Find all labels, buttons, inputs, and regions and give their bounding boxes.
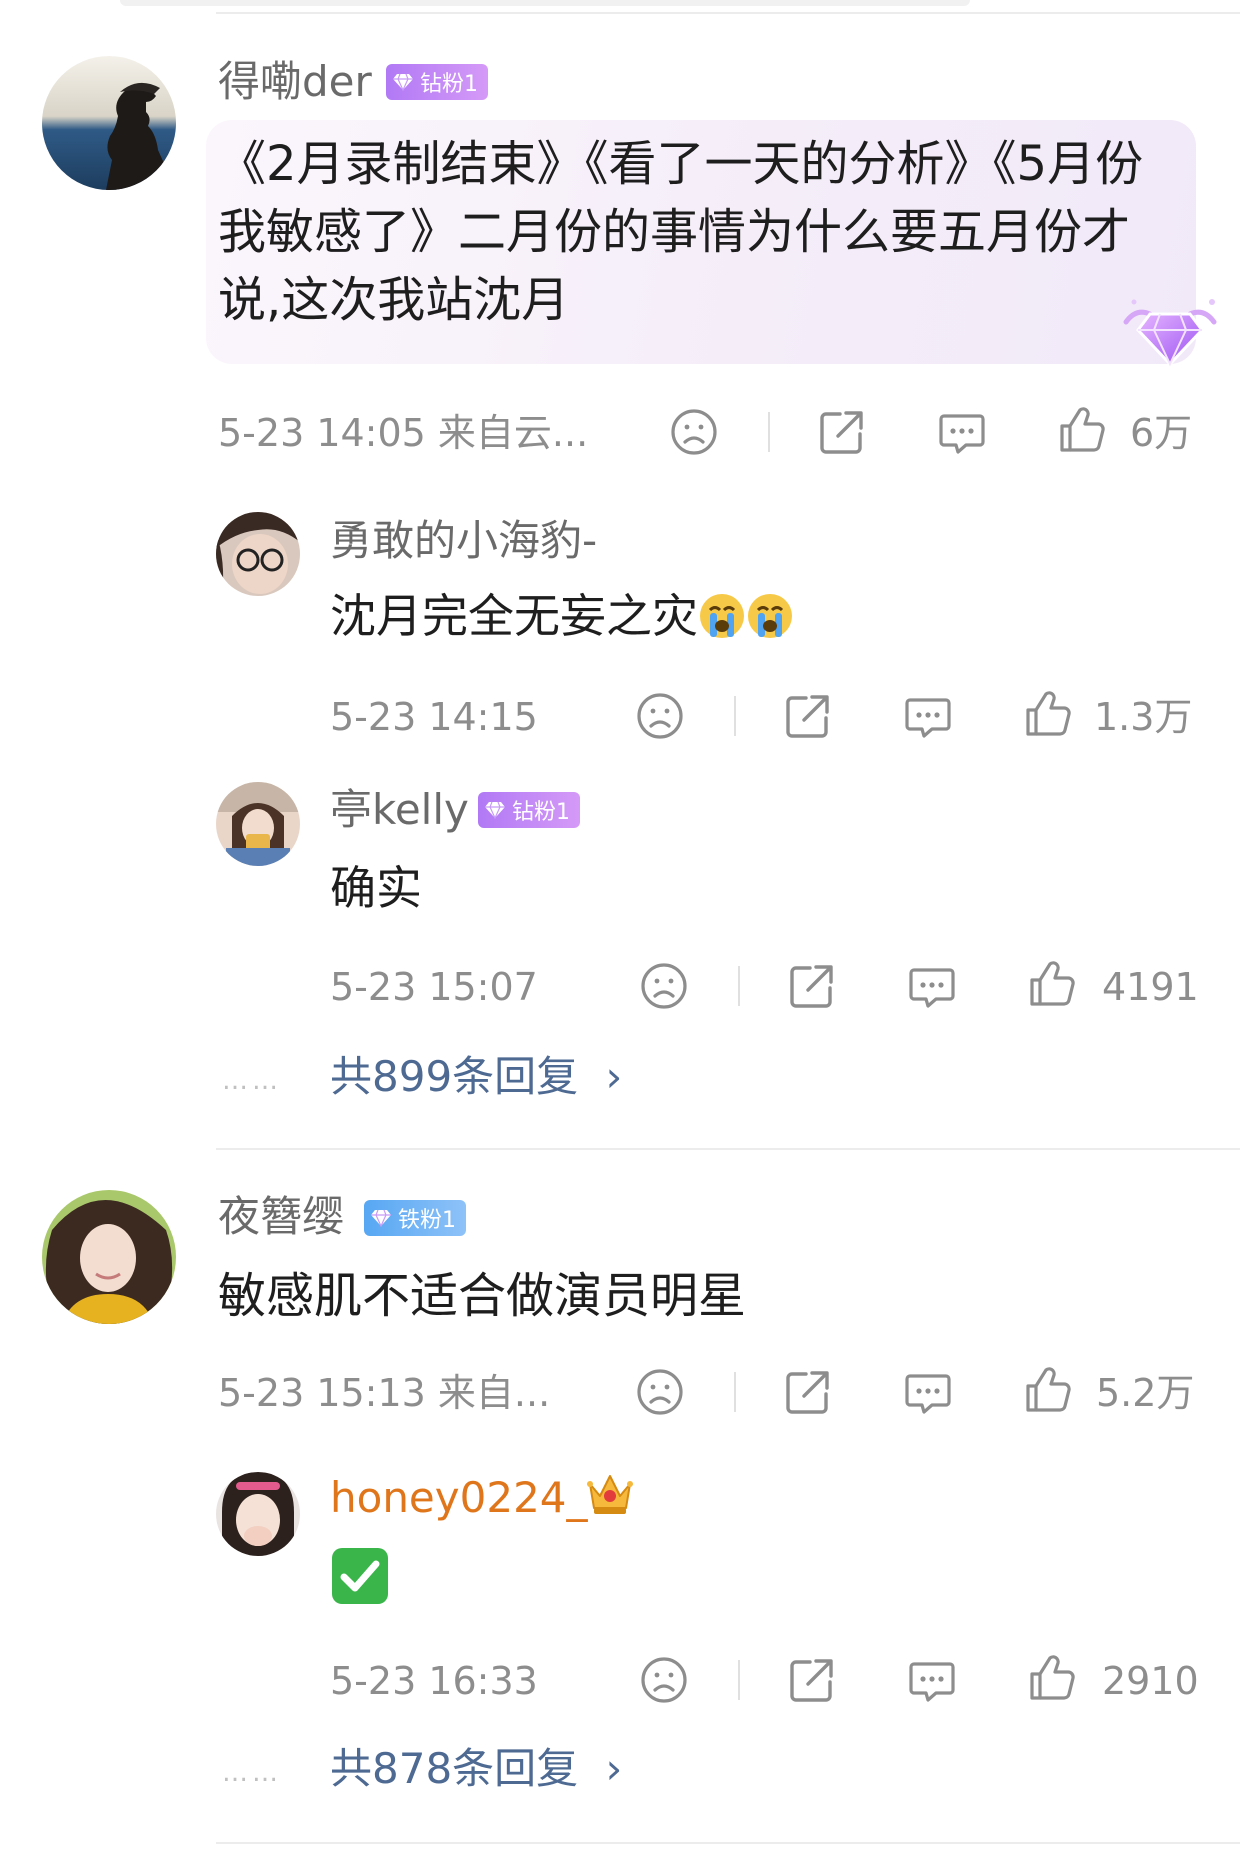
sad-face-icon[interactable]: [638, 1654, 690, 1706]
fan-badge[interactable]: 钻粉1: [478, 792, 580, 828]
reply-time: 5-23 15:07: [330, 965, 538, 1009]
comment-icon[interactable]: [906, 1654, 958, 1706]
comment-time: 5-23 15:13 来自...: [218, 1371, 551, 1415]
fan-badge-label: 铁粉1: [398, 1208, 456, 1233]
sad-face-icon[interactable]: [638, 960, 690, 1012]
crying-face-icon: [748, 594, 792, 638]
like-count: 5.2万: [1096, 1371, 1195, 1415]
avatar[interactable]: [216, 782, 300, 866]
action-separator: [738, 966, 740, 1006]
sad-face-icon[interactable]: [634, 690, 686, 742]
reply-time: 5-23 14:15: [330, 695, 538, 739]
comment-divider: [216, 1842, 1240, 1844]
like-count: 4191: [1102, 965, 1199, 1009]
share-icon[interactable]: [816, 406, 868, 458]
crying-face-icon: [700, 594, 744, 638]
thumbs-up-icon[interactable]: [1026, 958, 1078, 1010]
comment-icon[interactable]: [906, 960, 958, 1012]
avatar[interactable]: [42, 1190, 176, 1324]
top-edge-shadow: [120, 0, 970, 6]
reply-username[interactable]: 亭kelly: [330, 789, 469, 831]
share-icon[interactable]: [782, 690, 834, 742]
action-separator: [738, 1660, 740, 1700]
reply-text-content: 沈月完全无妄之灾: [330, 589, 698, 643]
avatar[interactable]: [216, 1472, 300, 1556]
more-replies-label: 共899条回复: [330, 1052, 579, 1101]
more-replies-link[interactable]: 共878条回复 ›: [330, 1748, 622, 1790]
comment-username[interactable]: 得嘞der: [218, 61, 372, 103]
action-separator: [768, 412, 770, 452]
more-replies-label: 共878条回复: [330, 1744, 579, 1793]
like-count: 6万: [1130, 411, 1193, 455]
thumbs-up-icon[interactable]: [1026, 1652, 1078, 1704]
share-icon[interactable]: [786, 960, 838, 1012]
crown-icon[interactable]: [584, 1466, 636, 1518]
comment-icon[interactable]: [902, 690, 954, 742]
reply-text: 沈月完全无妄之灾: [330, 586, 794, 646]
more-replies-link[interactable]: 共899条回复 ›: [330, 1056, 622, 1098]
reply-username[interactable]: 勇敢的小海豹-: [330, 520, 597, 562]
reply-text: ✅: [330, 1546, 390, 1606]
action-separator: [734, 1372, 736, 1412]
comment-text: 敏感肌不适合做演员明星: [218, 1268, 747, 1324]
action-separator: [734, 696, 736, 736]
comment-divider: [216, 1148, 1240, 1150]
comment-icon[interactable]: [936, 406, 988, 458]
comment-time: 5-23 14:05 来自云...: [218, 411, 589, 455]
like-count: 1.3万: [1094, 695, 1193, 739]
fan-badge[interactable]: 钻粉1: [386, 64, 488, 100]
fan-badge-label: 钻粉1: [512, 800, 570, 825]
avatar[interactable]: [42, 56, 176, 190]
diamond-icon: [370, 1209, 392, 1227]
diamond-icon: [484, 801, 506, 819]
sad-face-icon[interactable]: [634, 1366, 686, 1418]
chevron-right-icon: ›: [605, 1744, 623, 1793]
sad-face-icon[interactable]: [668, 406, 720, 458]
fan-badge[interactable]: 铁粉1: [364, 1200, 466, 1236]
avatar[interactable]: [216, 512, 300, 596]
reply-username[interactable]: honey0224_: [330, 1477, 588, 1519]
more-replies-dots: ……: [222, 1758, 282, 1788]
fan-badge-label: 钻粉1: [420, 72, 478, 97]
check-mark-icon: [332, 1548, 388, 1604]
thumbs-up-icon[interactable]: [1022, 688, 1074, 740]
more-replies-dots: ……: [222, 1066, 282, 1096]
reply-time: 5-23 16:33: [330, 1659, 538, 1703]
share-icon[interactable]: [782, 1366, 834, 1418]
thumbs-up-icon[interactable]: [1022, 1364, 1074, 1416]
diamond-icon: [392, 73, 414, 91]
reply-text: 确实: [330, 861, 422, 915]
like-count: 2910: [1102, 1659, 1199, 1703]
comment-text: 《2月录制结束》《看了一天的分析》《5月份我敏感了》二月份的事情为什么要五月份才…: [218, 136, 1144, 328]
comment-username[interactable]: 夜簪缨: [218, 1196, 344, 1238]
thumbs-up-icon[interactable]: [1056, 404, 1108, 456]
comment-icon[interactable]: [902, 1366, 954, 1418]
share-icon[interactable]: [786, 1654, 838, 1706]
top-divider: [216, 12, 1240, 14]
chevron-right-icon: ›: [605, 1052, 623, 1101]
